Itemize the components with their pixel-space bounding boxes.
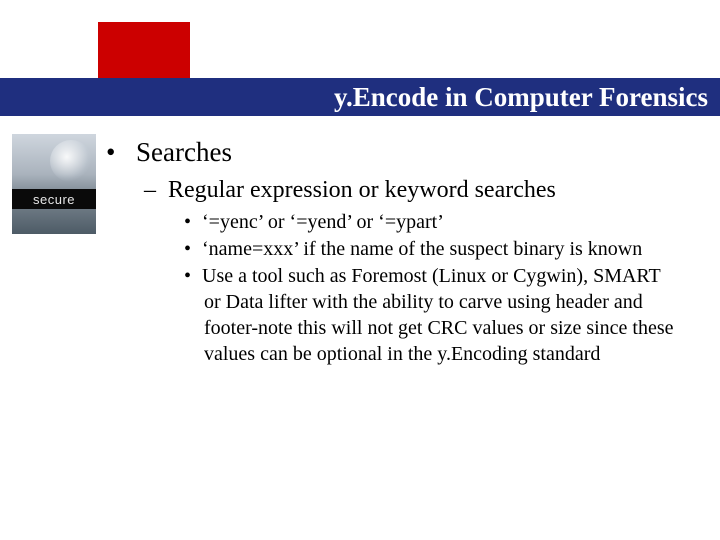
lens-flare-icon	[50, 140, 92, 182]
slide-title: y.Encode in Computer Forensics	[334, 82, 708, 113]
dash-icon: –	[144, 174, 168, 206]
bullet-level3: •Use a tool such as Foremost (Linux or C…	[184, 263, 674, 367]
secure-band: secure	[12, 189, 96, 209]
bullet-dot-icon: •	[184, 236, 202, 262]
bullet-level1: •Searches	[106, 134, 696, 170]
secure-image: secure	[12, 134, 96, 234]
bullet-dot-icon: •	[184, 209, 202, 235]
slide-body: •Searches –Regular expression or keyword…	[106, 134, 696, 368]
bullet-dot-icon: •	[106, 134, 136, 170]
secure-label: secure	[33, 192, 75, 207]
bullet-dot-icon: •	[184, 263, 202, 289]
bullet-level3-text: Use a tool such as Foremost (Linux or Cy…	[202, 265, 674, 365]
bullet-level2: –Regular expression or keyword searches	[144, 174, 696, 206]
bullet-level3-text: ‘=yenc’ or ‘=yend’ or ‘=ypart’	[202, 211, 444, 233]
bullet-level3: •‘name=xxx’ if the name of the suspect b…	[184, 236, 674, 262]
bullet-level2-text: Regular expression or keyword searches	[168, 177, 556, 203]
title-bar: y.Encode in Computer Forensics	[0, 78, 720, 116]
bullet-level3: •‘=yenc’ or ‘=yend’ or ‘=ypart’	[184, 209, 674, 235]
bullet-level1-text: Searches	[136, 137, 232, 167]
bullet-level3-text: ‘name=xxx’ if the name of the suspect bi…	[202, 238, 642, 260]
